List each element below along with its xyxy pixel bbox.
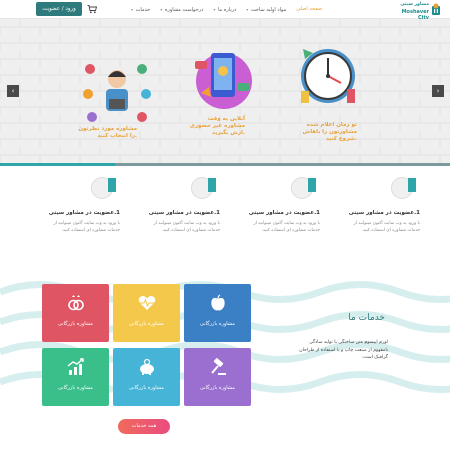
rings-icon — [68, 295, 84, 311]
slider-prev-button[interactable]: ‹ — [7, 85, 19, 97]
piggy-bank-icon — [140, 358, 154, 375]
chart-up-icon — [67, 358, 84, 375]
slide-caption-2: آنلاین یه وقت مشاوره غیر حضوری ازش بگیری… — [189, 116, 245, 136]
hero-slider: ‹ › تو زمان اعلام شده مشاورتون را باهاش … — [0, 19, 450, 165]
header: ورود / عضویت صفحه اصلی مواد اولیه ساخت ▾… — [0, 0, 450, 21]
feature-desc: با ورود به وب سایت آکنون میتوانید از خدما… — [153, 221, 220, 233]
phone-illustration — [195, 53, 252, 109]
nav-consult-request[interactable]: درخواست مشاوره ▾ — [155, 4, 208, 15]
feature-card: 1.عضویت در مشاور سیتی با ورود به وب سایت… — [120, 177, 220, 247]
service-card-heartbeat[interactable]: مشاوره بازرگانی — [113, 284, 180, 342]
feature-title: 1.عضویت در مشاور سیتی — [248, 210, 320, 216]
apple-icon — [211, 294, 225, 311]
heartbeat-icon — [138, 296, 156, 310]
feature-title: 1.عضویت در مشاور سیتی — [348, 210, 420, 216]
service-card-piggy-bank[interactable]: مشاوره بازرگانی — [113, 348, 180, 406]
slide-caption-3: مشاوره مورد نظرتون را انتخاب کنید. — [78, 126, 137, 139]
service-card-gavel[interactable]: مشاوره بازرگانی — [184, 348, 251, 406]
all-services-button[interactable]: همه خدمات — [118, 419, 170, 434]
feature-title: 1.عضویت در مشاور سیتی — [148, 210, 220, 216]
nav-about[interactable]: درباره ما ▾ — [208, 4, 241, 15]
service-card-apple[interactable]: مشاوره بازرگانی — [184, 284, 251, 342]
feature-desc: با ورود به وب سایت آکنون میتوانید از خدما… — [353, 221, 420, 233]
feature-desc: با ورود به وب سایت آکنون میتوانید از خدما… — [253, 221, 320, 233]
feature-card: 1.عضویت در مشاور سیتی با ورود به وب سایت… — [20, 177, 120, 247]
chevron-down-icon: ▾ — [246, 7, 249, 12]
nav-services[interactable]: خدمات ▾ — [126, 4, 155, 15]
gavel-icon — [211, 358, 226, 375]
feature-desc: با ورود به وب سایت آکنون میتوانید از خدما… — [53, 221, 120, 233]
handshake-icon — [191, 177, 216, 199]
logo-mark-icon — [432, 3, 440, 15]
handshake-icon — [391, 177, 416, 199]
chevron-down-icon: ▾ — [131, 7, 134, 12]
slider-progress-fill — [0, 163, 115, 166]
people-illustration — [83, 64, 151, 122]
main-nav: صفحه اصلی مواد اولیه ساخت ▾ درباره ما ▾ … — [126, 4, 327, 15]
nav-materials[interactable]: مواد اولیه ساخت ▾ — [241, 4, 291, 15]
cart-icon[interactable] — [87, 4, 97, 14]
services-description: لورم ایپسوم متن ساختگی با تولید سادگی نا… — [299, 340, 388, 360]
feature-card: 1.عضویت در مشاور سیتی با ورود به وب سایت… — [220, 177, 320, 247]
login-register-button[interactable]: ورود / عضویت — [36, 2, 82, 16]
slide-caption-1: تو زمان اعلام شده مشاورتون را باهاش شروع… — [302, 122, 357, 142]
clock-illustration — [301, 49, 355, 103]
feature-title: 1.عضویت در مشاور سیتی — [48, 210, 120, 216]
page: ورود / عضویت صفحه اصلی مواد اولیه ساخت ▾… — [0, 0, 450, 450]
logo[interactable]: مشاور سیتی Moshaver City — [391, 2, 441, 21]
service-card-chart[interactable]: مشاوره بازرگانی — [42, 348, 109, 406]
handshake-icon — [291, 177, 316, 199]
logo-title: مشاور سیتی — [400, 2, 429, 7]
handshake-icon — [91, 177, 116, 199]
slider-next-button[interactable]: › — [432, 85, 444, 97]
nav-home[interactable]: صفحه اصلی — [291, 4, 327, 15]
service-card-rings[interactable]: مشاوره بازرگانی — [42, 284, 109, 342]
feature-card: 1.عضویت در مشاور سیتی با ورود به وب سایت… — [320, 177, 420, 247]
chevron-down-icon: ▾ — [213, 7, 216, 12]
services-title: خدمات ما — [348, 313, 385, 323]
chevron-down-icon: ▾ — [160, 7, 163, 12]
